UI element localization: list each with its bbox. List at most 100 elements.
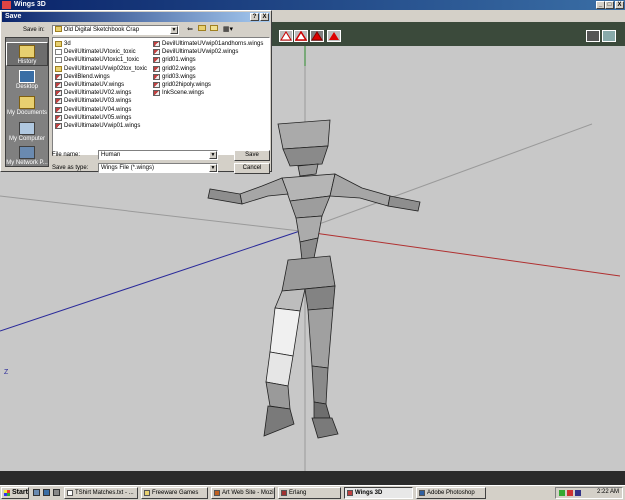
edge-mode-icon — [295, 31, 307, 41]
save-as-type-select[interactable]: Wings File (*.wings) ▼ — [98, 163, 218, 173]
cancel-button[interactable]: Cancel — [234, 163, 270, 174]
taskbar-task[interactable]: Wings 3D — [344, 487, 413, 499]
face-mode-button[interactable] — [310, 30, 324, 42]
back-icon[interactable]: ⇐ — [185, 25, 195, 34]
wings-file-icon — [55, 114, 62, 121]
new-folder-icon[interactable] — [209, 25, 219, 34]
file-item[interactable]: grid03.wings — [153, 73, 196, 81]
place-label: History — [17, 59, 37, 65]
file-item[interactable]: DevilUltimateUVtoxic_toxic — [55, 48, 136, 56]
file-item[interactable]: DevilUltimateUVwip01.wings — [55, 122, 140, 130]
z-axis-label: Z — [4, 369, 9, 376]
my-documents-icon — [19, 96, 35, 109]
file-item[interactable]: DevilUltimateUVwip01andhorns.wings — [153, 40, 263, 48]
tray-network-icon[interactable] — [559, 490, 565, 496]
place-label: My Network P... — [6, 160, 48, 166]
file-item[interactable]: DevilBlend.wings — [55, 73, 110, 81]
taskbar-task[interactable]: TShirt Matches.txt - ... — [64, 487, 138, 499]
vertex-mode-button[interactable] — [279, 30, 293, 42]
taskbar-task[interactable]: Art Web Site - Mozilla — [211, 487, 275, 499]
file-item[interactable]: 3d — [55, 40, 71, 48]
file-item[interactable]: DevilUltimateUVwip02tox_toxic — [55, 65, 147, 73]
chevron-down-icon[interactable]: ▼ — [209, 164, 217, 172]
dialog-close-button[interactable]: X — [260, 13, 269, 21]
file-item[interactable]: DevilUltimateUV03.wings — [55, 97, 131, 105]
file-item[interactable]: InkScene.wings — [153, 89, 204, 97]
quick-launch-desktop-icon[interactable] — [43, 489, 50, 496]
taskbar-task[interactable]: Erlang — [278, 487, 341, 499]
view-toggle-a[interactable] — [586, 30, 600, 42]
task-app-icon — [419, 490, 425, 496]
wings-file-icon — [55, 123, 62, 129]
quick-launch-app-icon[interactable] — [53, 489, 60, 496]
file-name: DevilUltimateUVwip02.wings — [162, 49, 239, 56]
network-icon — [19, 146, 35, 159]
taskbar: Start TShirt Matches.txt - ... Freeware G… — [0, 485, 625, 500]
save-as-type-label: Save as type: — [52, 165, 89, 171]
main-title-bar[interactable]: Wings 3D _ □ X — [0, 0, 625, 10]
edge-mode-button[interactable] — [294, 30, 308, 42]
task-label: Wings 3D — [355, 490, 383, 496]
file-name: DevilUltimateUV03.wings — [64, 98, 132, 105]
wings-app-icon — [2, 1, 11, 9]
wings-file-icon — [55, 98, 62, 105]
maximize-button[interactable]: □ — [605, 1, 614, 9]
file-item[interactable]: DevilUltimateUVwip02.wings — [153, 48, 238, 56]
task-label: Adobe Photoshop — [427, 490, 475, 496]
save-in-value: Old Digital Sketchbook Crap — [63, 27, 140, 33]
file-item[interactable]: DevilUltimateUVtoxic1_toxic — [55, 56, 139, 64]
file-name: 3d — [64, 41, 71, 47]
minimize-button[interactable]: _ — [596, 1, 605, 9]
file-item[interactable]: DevilUltimateUV04.wings — [55, 106, 131, 114]
taskbar-task[interactable]: Freeware Games — [141, 487, 208, 499]
file-name: grid03.wings — [162, 73, 196, 80]
wings-file-icon — [55, 90, 62, 97]
file-name: DevilUltimateUV04.wings — [64, 106, 132, 113]
save-button[interactable]: Save — [234, 150, 270, 161]
folder-icon — [55, 65, 62, 72]
body-mode-button[interactable] — [327, 30, 341, 42]
chevron-down-icon[interactable]: ▼ — [170, 26, 178, 34]
file-item[interactable]: DevilUltimateUV02.wings — [55, 89, 131, 97]
grid-line-b — [0, 195, 301, 232]
x-axis-line — [299, 230, 621, 277]
file-item[interactable]: grid01.wings — [153, 56, 196, 64]
file-item[interactable]: grid02hipoly.wings — [153, 81, 211, 89]
place-desktop[interactable]: Desktop — [6, 68, 48, 92]
view-menu-icon[interactable]: ▦▾ — [221, 25, 235, 34]
quick-launch-ie-icon[interactable] — [33, 489, 40, 496]
file-item[interactable]: grid02.wings — [153, 65, 196, 73]
clock[interactable]: 2:22 AM — [597, 489, 619, 495]
save-in-select[interactable]: Old Digital Sketchbook Crap ▼ — [52, 25, 179, 35]
my-computer-icon — [19, 122, 35, 135]
place-label: My Documents — [6, 110, 47, 116]
taskbar-task[interactable]: Adobe Photoshop — [416, 487, 486, 499]
task-label: Erlang — [289, 490, 307, 496]
wings-file-icon — [55, 106, 62, 113]
file-item[interactable]: DevilUltimateUV05.wings — [55, 114, 131, 122]
save-in-label: Save in: — [23, 27, 45, 33]
chevron-down-icon[interactable]: ▼ — [209, 151, 217, 159]
file-name-input[interactable]: Human ▼ — [98, 150, 218, 160]
help-button[interactable]: ? — [250, 13, 259, 21]
start-button[interactable]: Start — [1, 487, 29, 499]
tray-volume-icon[interactable] — [575, 490, 581, 496]
dialog-title: Save — [5, 13, 22, 20]
file-list[interactable]: 3d DevilUltimateUVtoxic_toxic DevilUltimat… — [52, 37, 270, 155]
place-my-documents[interactable]: My Documents — [6, 94, 48, 118]
place-history[interactable]: History — [6, 42, 48, 66]
place-my-computer[interactable]: My Computer — [6, 120, 48, 144]
file-name-value: Human — [101, 152, 121, 158]
place-label: My Computer — [8, 136, 45, 142]
up-folder-icon[interactable] — [197, 25, 207, 34]
windows-logo-icon — [4, 490, 10, 496]
tray-app-icon[interactable] — [567, 490, 573, 496]
face-mode-icon — [311, 31, 323, 41]
dialog-title-bar[interactable]: Save ? X — [2, 12, 270, 22]
system-tray: 2:22 AM — [555, 487, 623, 499]
place-network[interactable]: My Network P... — [6, 144, 48, 168]
file-item[interactable]: DevilUltimateUV.wings — [55, 81, 124, 89]
close-button[interactable]: X — [615, 1, 624, 9]
status-bar — [0, 471, 625, 485]
view-toggle-b[interactable] — [602, 30, 616, 42]
